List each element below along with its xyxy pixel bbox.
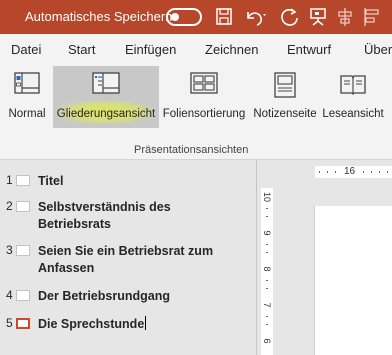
reading-view-icon bbox=[339, 72, 367, 101]
toggle-knob bbox=[171, 13, 179, 21]
slide-title[interactable]: Titel bbox=[38, 173, 248, 190]
autosave-toggle[interactable] bbox=[166, 8, 202, 26]
reading-view-button[interactable]: Leseansicht bbox=[321, 66, 385, 128]
slide-sorter-icon bbox=[190, 72, 218, 99]
outline-row-4[interactable]: 4 Der Betriebsrundgang bbox=[0, 288, 256, 306]
reading-view-label: Leseansicht bbox=[322, 108, 384, 120]
slide-thumbnail-icon bbox=[16, 245, 30, 256]
vertical-ruler: 10 9 8 7 6 bbox=[261, 188, 273, 355]
slide-pane: 16 10 9 8 7 6 bbox=[257, 160, 392, 355]
presentation-icon[interactable] bbox=[307, 6, 329, 28]
ruler-label: 6 bbox=[262, 338, 272, 344]
notes-page-icon bbox=[274, 72, 296, 103]
horizontal-ruler: 16 bbox=[315, 166, 392, 178]
tab-datei[interactable]: Datei bbox=[11, 42, 41, 57]
autosave-label: Automatisches Speichern bbox=[25, 9, 173, 24]
ruler-label: 9 bbox=[262, 230, 272, 236]
ruler-label: 8 bbox=[262, 266, 272, 272]
tab-start[interactable]: Start bbox=[68, 42, 95, 57]
slide-thumbnail-icon bbox=[16, 290, 30, 301]
slide-number: 5 bbox=[6, 316, 13, 330]
normal-view-button[interactable]: Normal bbox=[4, 66, 50, 128]
tab-uebergaenge[interactable]: Überg bbox=[364, 42, 392, 57]
slide-title[interactable]: Seien Sie ein Betriebsrat zum Anfassen bbox=[38, 243, 238, 277]
redo-icon[interactable] bbox=[278, 6, 300, 28]
undo-icon[interactable] bbox=[243, 6, 269, 28]
ruler-label: 16 bbox=[344, 166, 356, 177]
slide-thumbnail-icon bbox=[16, 318, 30, 329]
ruler-label: 7 bbox=[262, 302, 272, 308]
slide-number: 3 bbox=[6, 243, 13, 257]
slide-number: 1 bbox=[6, 173, 13, 187]
group-label-presentation-views: Präsentationsansichten bbox=[134, 144, 249, 156]
outline-view-label: Gliederungsansicht bbox=[56, 108, 156, 120]
slide-canvas[interactable] bbox=[314, 206, 392, 355]
slide-title[interactable]: Die Sprechstunde bbox=[38, 316, 248, 333]
slide-sorter-button[interactable]: Foliensortierung bbox=[161, 66, 247, 128]
normal-view-icon bbox=[14, 72, 40, 99]
slide-thumbnail-icon bbox=[16, 201, 30, 212]
ruler-label: 10 bbox=[262, 192, 272, 203]
normal-view-label: Normal bbox=[8, 108, 46, 120]
outline-row-1[interactable]: 1 Titel bbox=[0, 173, 256, 191]
title-bar: Automatisches Speichern bbox=[0, 0, 392, 34]
tab-einfuegen[interactable]: Einfügen bbox=[125, 42, 176, 57]
slide-title[interactable]: Selbstverständnis des Betriebsrats bbox=[38, 199, 188, 233]
ribbon-view-group: Normal Gliederungsansicht Foliensortieru… bbox=[0, 66, 392, 160]
outline-row-2[interactable]: 2 Selbstverständnis des Betriebsrats bbox=[0, 199, 256, 235]
outline-view-button[interactable]: Gliederungsansicht bbox=[53, 66, 159, 128]
outline-row-3[interactable]: 3 Seien Sie ein Betriebsrat zum Anfassen bbox=[0, 243, 256, 279]
tab-zeichnen[interactable]: Zeichnen bbox=[205, 42, 258, 57]
slide-sorter-label: Foliensortierung bbox=[162, 108, 246, 120]
slide-number: 2 bbox=[6, 199, 13, 213]
outline-row-5[interactable]: 5 Die Sprechstunde bbox=[0, 316, 256, 334]
notes-page-button[interactable]: Notizenseite bbox=[250, 66, 320, 128]
tab-entwurf[interactable]: Entwurf bbox=[287, 42, 331, 57]
align-icon[interactable] bbox=[334, 6, 356, 28]
notes-page-label: Notizenseite bbox=[253, 108, 317, 120]
more-icon[interactable] bbox=[362, 6, 386, 28]
outline-view-icon bbox=[92, 72, 120, 99]
slide-number: 4 bbox=[6, 288, 13, 302]
save-icon[interactable] bbox=[214, 6, 234, 28]
ribbon-tabs: Datei Start Einfügen Zeichnen Entwurf Üb… bbox=[0, 34, 392, 66]
slide-thumbnail-icon bbox=[16, 175, 30, 186]
outline-pane[interactable]: 1 Titel 2 Selbstverständnis des Betriebs… bbox=[0, 160, 256, 355]
slide-title[interactable]: Der Betriebsrundgang bbox=[38, 288, 248, 305]
